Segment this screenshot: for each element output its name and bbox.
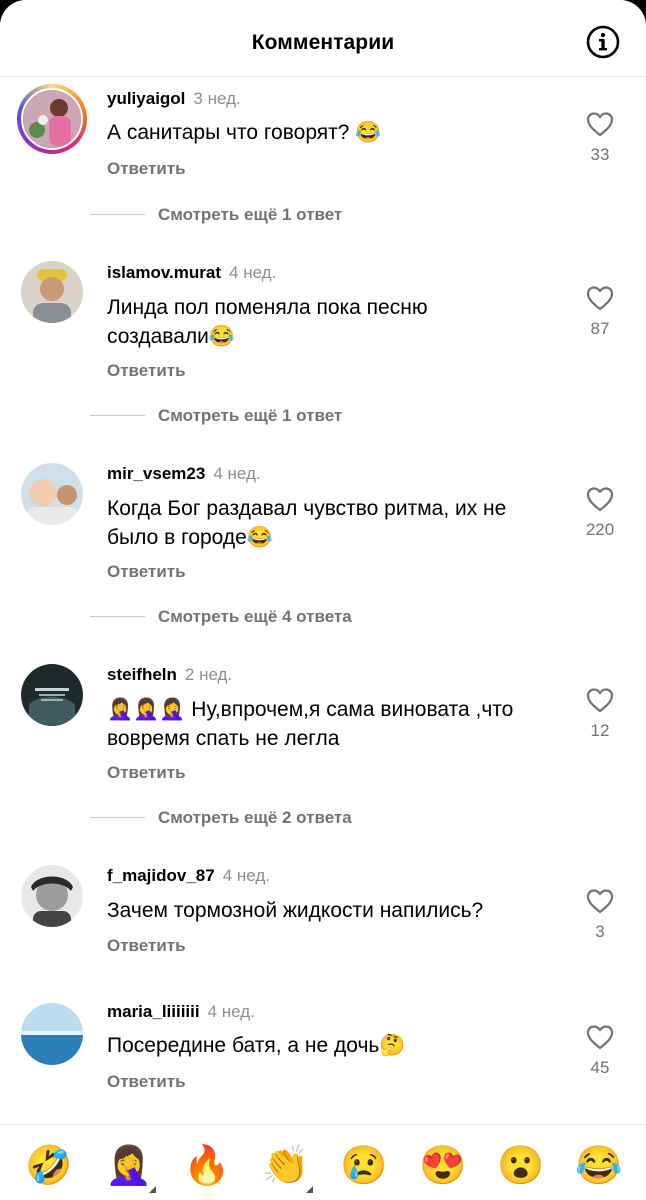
like-count: 33: [590, 145, 610, 164]
emoji-surprised[interactable]: 😮: [496, 1141, 546, 1191]
timestamp: 2 нед.: [184, 665, 233, 684]
like-count: 12: [590, 721, 610, 740]
username[interactable]: maria_liiiiiii: [107, 1002, 200, 1021]
divider: [90, 415, 145, 416]
view-more-replies-label: Смотреть ещё 1 ответ: [158, 406, 343, 425]
username[interactable]: mir_vsem23: [107, 464, 205, 483]
comment-meta: mir_vsem23 4 нед.: [107, 464, 261, 484]
info-icon[interactable]: [586, 25, 620, 59]
reply-button[interactable]: Ответить: [107, 1072, 186, 1092]
avatar-image: [21, 664, 83, 726]
emoji-heart-eyes[interactable]: 😍: [418, 1141, 468, 1191]
avatar-image: [21, 1003, 83, 1065]
emoji-fire[interactable]: 🔥: [182, 1141, 232, 1191]
timestamp: 4 нед.: [229, 263, 277, 282]
avatar-image: [21, 261, 83, 323]
emoji-crying[interactable]: 😢: [339, 1141, 389, 1191]
heart-icon: [586, 1025, 614, 1050]
like-button[interactable]: 87: [576, 285, 624, 339]
like-button[interactable]: 3: [576, 888, 624, 942]
comment-meta: f_majidov_87 4 нед.: [107, 866, 270, 886]
avatar[interactable]: [21, 261, 83, 323]
avatar-story-ring[interactable]: [17, 84, 87, 154]
comment-meta: maria_liiiiiii 4 нед.: [107, 1002, 255, 1022]
avatar[interactable]: [21, 865, 83, 927]
divider: [90, 817, 145, 818]
emoji-clapping[interactable]: 👏: [261, 1141, 313, 1193]
emoji-tears-of-joy[interactable]: 😂: [574, 1141, 624, 1191]
comment-list[interactable]: yuliyaigol 3 нед. А санитары что говорят?…: [0, 77, 646, 1124]
emoji-rolling-laughing[interactable]: 🤣: [24, 1141, 74, 1191]
like-button[interactable]: 33: [576, 111, 624, 165]
comment-text: Когда Бог раздавал чувство ритма, их не …: [107, 497, 507, 549]
avatar-image: [23, 90, 81, 148]
timestamp: 4 нед.: [222, 866, 271, 885]
skin-tone-indicator-icon: [149, 1186, 156, 1193]
comment-meta: islamov.murat 4 нед.: [107, 263, 276, 283]
emoji-facepalm[interactable]: 🤦‍♀️: [104, 1141, 156, 1193]
like-count: 45: [590, 1058, 610, 1077]
emoji-clapping-glyph: 👏: [262, 1145, 310, 1187]
like-button[interactable]: 12: [576, 687, 624, 741]
heart-icon: [586, 487, 614, 512]
reply-button[interactable]: Ответить: [107, 361, 186, 381]
heart-icon: [586, 688, 614, 713]
view-more-replies-label: Смотреть ещё 4 ответа: [158, 607, 352, 626]
divider: [90, 616, 145, 617]
reply-button[interactable]: Ответить: [107, 159, 186, 179]
comment-text: А санитары что говорят? 😂: [107, 121, 382, 144]
username[interactable]: islamov.murat: [107, 263, 221, 282]
heart-icon: [586, 286, 614, 311]
comment-meta: yuliyaigol 3 нед.: [107, 89, 241, 109]
username[interactable]: steifheln: [107, 665, 177, 684]
comment-text: Зачем тормозной жидкости напились?: [107, 899, 484, 922]
heart-icon: [586, 112, 614, 137]
reply-button[interactable]: Ответить: [107, 936, 186, 956]
like-count: 220: [585, 520, 615, 539]
like-button[interactable]: 220: [576, 486, 624, 540]
username[interactable]: f_majidov_87: [107, 866, 215, 885]
avatar: [21, 88, 83, 150]
heart-icon: [586, 889, 614, 914]
emoji-facepalm-glyph: 🤦‍♀️: [105, 1145, 153, 1187]
comment-meta: steifheln 2 нед.: [107, 665, 232, 685]
like-button[interactable]: 45: [576, 1024, 624, 1078]
header: Комментарии: [0, 0, 646, 77]
username[interactable]: yuliyaigol: [107, 89, 185, 108]
reply-button[interactable]: Ответить: [107, 763, 186, 783]
avatar[interactable]: [21, 463, 83, 525]
reply-button[interactable]: Ответить: [107, 562, 186, 582]
timestamp: 4 нед.: [213, 464, 261, 483]
comments-sheet: Комментарии yuliyaigol 3 нед. А санитары…: [0, 0, 646, 1200]
like-count: 3: [595, 922, 605, 941]
divider: [90, 214, 145, 215]
avatar[interactable]: [21, 1003, 83, 1065]
comment-text: Линда пол поменяла пока песню создавали😂: [107, 296, 428, 348]
avatar[interactable]: [21, 664, 83, 726]
skin-tone-indicator-icon: [306, 1186, 313, 1193]
view-more-replies-label: Смотреть ещё 2 ответа: [158, 808, 352, 827]
timestamp: 4 нед.: [207, 1002, 255, 1021]
avatar-image: [21, 463, 83, 525]
emoji-reaction-bar: 🤣 🤦‍♀️ 🔥 👏 😢 😍 😮 😂: [0, 1124, 646, 1200]
timestamp: 3 нед.: [193, 89, 241, 108]
avatar-image: [21, 865, 83, 927]
comment-text: 🤦‍♀️🤦‍♀️🤦‍♀️ Ну,впрочем,я сама виновата …: [107, 698, 514, 750]
view-more-replies-label: Смотреть ещё 1 ответ: [158, 205, 343, 224]
page-title: Комментарии: [251, 31, 395, 54]
comment-text: Посередине батя, а не дочь🤔: [107, 1034, 406, 1057]
like-count: 87: [590, 319, 610, 338]
